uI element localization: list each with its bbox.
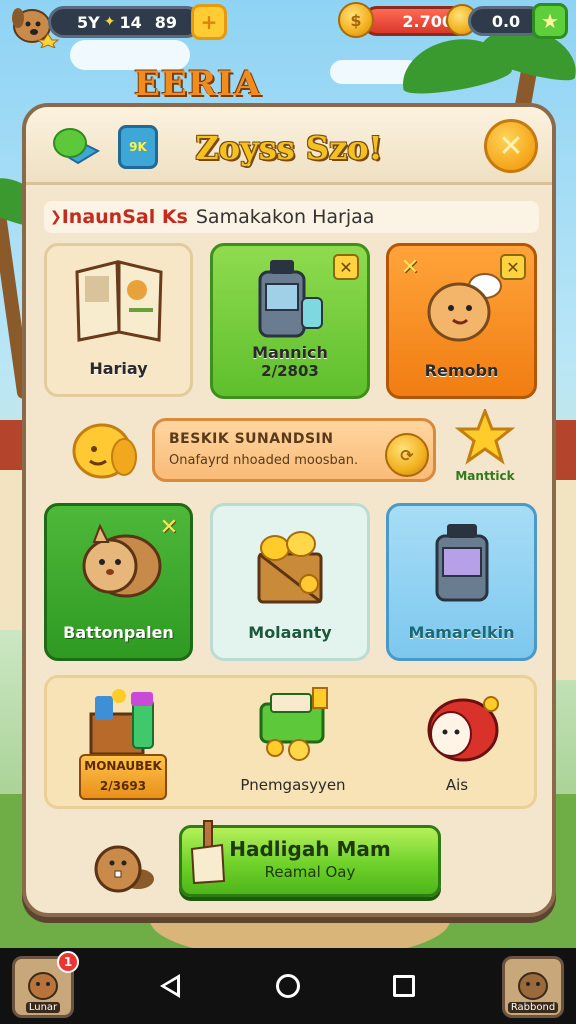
xp-star-icon: ✦ — [103, 14, 116, 30]
promo-banner[interactable]: BESKIK SUNANDSIN Onafayrd nhoaded moosba… — [152, 418, 436, 482]
shop-card-remobn[interactable]: ✕ ✕ Remobn — [386, 243, 537, 399]
back-icon-inner — [165, 979, 177, 993]
shop-card-mannich[interactable]: ✕ Mannich 2/2803 — [210, 243, 370, 399]
level-xp-bar: 5Y ✦ 14 89 — [48, 6, 202, 38]
currency-coin-icon: $ — [338, 2, 374, 38]
gold-star-icon — [454, 406, 516, 465]
side-reward-label: Manttick — [455, 469, 515, 483]
book-icon — [74, 260, 163, 342]
panel-subtitle: ❯ InaunSal Ks Samakakon Harjaa — [44, 201, 539, 233]
card-label: Mannich — [252, 343, 328, 362]
shop-card-mamarelkin[interactable]: Mamarelkin — [386, 503, 537, 661]
card-price: 2/2803 — [261, 362, 319, 380]
gift-basket-icon — [89, 689, 154, 756]
subtitle-arrow-icon: ❯ — [50, 209, 62, 225]
notification-badge: 1 — [57, 951, 79, 973]
banner-coin-icon: ⟳ — [385, 433, 429, 477]
shop-card-hariay[interactable]: Hariay — [44, 243, 193, 397]
shop-card-molaanty[interactable]: Molaanty — [210, 503, 370, 661]
chef-pet-icon — [427, 273, 502, 342]
app-shortcut-left[interactable]: 1 Lunar — [12, 951, 79, 1018]
star-add-button[interactable]: ★ — [532, 3, 568, 39]
game-logo: EERIA — [134, 64, 262, 104]
card-label: Battonpalen — [63, 623, 174, 642]
close-button[interactable]: ✕ — [484, 119, 538, 173]
bundle-label: Ais — [445, 776, 469, 794]
bundle-item-pnemgasyyen[interactable]: Pnemgasyyen — [211, 678, 375, 806]
card-label: Hariay — [89, 359, 148, 378]
bundle-item-monaubek[interactable]: MONAUBEK 2/3693 — [47, 678, 211, 806]
bundle-item-ais[interactable]: Ais — [375, 678, 539, 806]
close-tag-icon[interactable]: ✕ — [333, 254, 359, 280]
coin-machine-icon — [259, 687, 328, 761]
add-score-button[interactable]: + — [191, 4, 227, 40]
android-nav-bar: 1 Lunar Rabbond — [0, 948, 576, 1024]
app-label: Rabbond — [507, 1002, 559, 1013]
bundle-shelf: MONAUBEK 2/3693 Pnemgasyyen Ais — [44, 675, 537, 809]
recents-icon[interactable] — [393, 975, 415, 997]
gem-balance-value: 0.0 — [491, 11, 521, 31]
currency-hud: 2.700 $ 0.0 ★ — [338, 2, 568, 42]
xp-text: 14 — [119, 12, 142, 32]
bundle-price-tag: MONAUBEK 2/3693 — [79, 754, 167, 800]
shop-panel: 9K Zoyss Szo! ✕ ❯ InaunSal Ks Samakakon … — [22, 103, 556, 917]
bundle-price: 2/3693 — [99, 779, 147, 793]
dog-app-icon — [28, 972, 58, 1000]
gold-pet-icon[interactable] — [70, 415, 140, 481]
hamster-pet-icon — [82, 523, 161, 598]
panel-title: Zoyss Szo! — [195, 129, 383, 167]
battery-device-icon — [258, 260, 323, 338]
device-icon — [435, 524, 488, 602]
red-drum-icon — [427, 696, 499, 762]
subtitle-highlight: InaunSal Ks — [61, 206, 188, 228]
panel-header: 9K Zoyss Szo! ✕ — [26, 107, 552, 185]
beaver-mascot-icon — [94, 845, 154, 893]
bundle-title: MONAUBEK — [84, 759, 162, 773]
app-shortcut-right[interactable]: Rabbond — [502, 956, 564, 1018]
subtitle-text: Samakakon Harjaa — [195, 206, 375, 228]
app-label: Lunar — [25, 1002, 61, 1013]
card-label: Remobn — [424, 361, 499, 380]
pet-app-icon — [518, 972, 548, 1000]
player-status-hud: 5Y ✦ 14 89 + — [8, 4, 227, 48]
side-reward[interactable]: Manttick — [444, 406, 526, 489]
scroll-icon — [190, 820, 226, 885]
treasure-crate-icon — [257, 531, 323, 604]
card-label: Molaanty — [248, 623, 332, 642]
bundle-label: Pnemgasyyen — [240, 776, 346, 794]
level-text: 5Y — [77, 12, 100, 32]
shop-card-battonpalen[interactable]: ✕ Battonpalen — [44, 503, 193, 661]
card-label: Mamarelkin — [408, 623, 515, 642]
home-icon[interactable] — [276, 974, 300, 998]
